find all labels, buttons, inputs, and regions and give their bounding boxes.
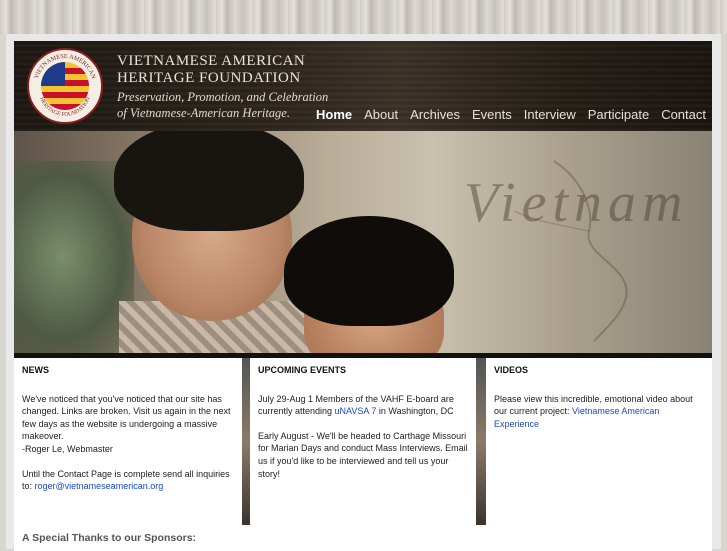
nav-about[interactable]: About bbox=[358, 107, 404, 122]
nav-archives[interactable]: Archives bbox=[404, 107, 466, 122]
events-panel: UPCOMING EVENTS July 29-Aug 1 Members of… bbox=[250, 358, 476, 525]
contact-email-link[interactable]: roger@vietnameseamerican.org bbox=[35, 481, 164, 491]
news-panel: NEWS We've noticed that you've noticed t… bbox=[14, 358, 242, 525]
hero-image: Vietnam bbox=[14, 131, 712, 353]
news-text: We've noticed that you've noticed that o… bbox=[22, 393, 231, 442]
page-frame: VIETNAMESE AMERICAN HERITAGE FOUNDATION … bbox=[6, 34, 721, 551]
page: VIETNAMESE AMERICAN HERITAGE FOUNDATION … bbox=[14, 41, 712, 551]
videos-heading: VIDEOS bbox=[494, 365, 529, 375]
videos-paragraph: Please view this incredible, emotional v… bbox=[494, 393, 704, 431]
nav-home[interactable]: Home bbox=[310, 107, 358, 122]
seal-flag-icon bbox=[41, 62, 89, 110]
main-nav: Home About Archives Events Interview Par… bbox=[310, 107, 712, 122]
tagline-line2: of Vietnamese-American Heritage. bbox=[117, 106, 290, 120]
site-header: VIETNAMESE AMERICAN HERITAGE FOUNDATION … bbox=[14, 41, 712, 131]
event-text-end: in Washington, DC bbox=[376, 406, 454, 417]
column-gap bbox=[242, 358, 250, 525]
event-item: Early August - We'll be headed to Cartha… bbox=[258, 430, 468, 479]
news-heading: NEWS bbox=[22, 365, 49, 375]
nav-events[interactable]: Events bbox=[466, 107, 518, 122]
site-title-line1: VIETNAMESE AMERICAN bbox=[117, 53, 306, 69]
hero-overlay-text: Vietnam bbox=[464, 172, 689, 234]
site-title-line2: HERITAGE FOUNDATION bbox=[117, 70, 301, 86]
nav-interview[interactable]: Interview bbox=[518, 107, 582, 122]
column-gap bbox=[476, 358, 486, 525]
wood-background bbox=[0, 0, 727, 34]
unavsa-link[interactable]: uNAVSA 7 bbox=[335, 406, 377, 416]
seal-star-field bbox=[41, 62, 65, 86]
foundation-seal-logo[interactable]: VIETNAMESE AMERICAN HERITAGE FOUNDATION bbox=[27, 48, 103, 124]
nav-contact[interactable]: Contact bbox=[655, 107, 712, 122]
site-title: VIETNAMESE AMERICAN HERITAGE FOUNDATION bbox=[117, 53, 305, 87]
tagline-line1: Preservation, Promotion, and Celebration bbox=[117, 90, 329, 104]
child-two-hair bbox=[284, 216, 454, 326]
nav-participate[interactable]: Participate bbox=[582, 107, 655, 122]
event-item: July 29-Aug 1 Members of the VAHF E-boar… bbox=[258, 393, 468, 418]
news-signature: -Roger Le, Webmaster bbox=[22, 443, 113, 454]
events-heading: UPCOMING EVENTS bbox=[258, 365, 347, 375]
child-one-hair bbox=[114, 131, 304, 231]
site-tagline: Preservation, Promotion, and Celebration… bbox=[117, 89, 328, 121]
news-contact-paragraph: Until the Contact Page is complete send … bbox=[22, 468, 234, 493]
videos-panel: VIDEOS Please view this incredible, emot… bbox=[486, 358, 712, 525]
sponsors-heading: A Special Thanks to our Sponsors: bbox=[22, 532, 197, 544]
news-paragraph: We've noticed that you've noticed that o… bbox=[22, 393, 234, 456]
